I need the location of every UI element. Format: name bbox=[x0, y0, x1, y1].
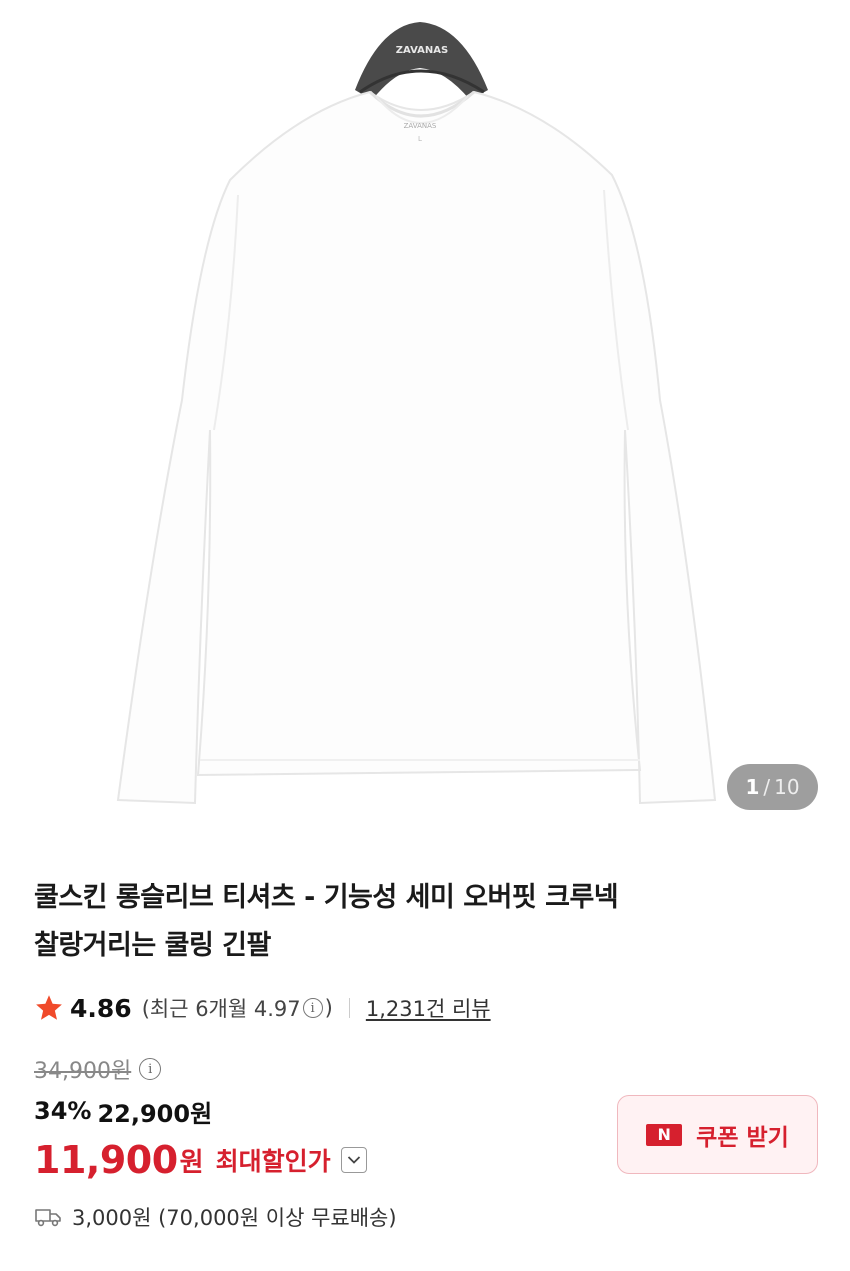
neck-label-text: ZAVANAS bbox=[404, 122, 437, 130]
recent-rating: (최근 6개월 4.97 i ) bbox=[142, 993, 333, 1023]
reviews-link[interactable]: 1,231건 리뷰 bbox=[366, 993, 491, 1023]
product-title-line2: 찰랑거리는 쿨링 긴팔 bbox=[34, 930, 271, 961]
product-title-line1: 쿨스킨 롱슬리브 티셔츠 - 기능성 세미 오버핏 크루넥 bbox=[34, 882, 619, 913]
rating-score: 4.86 bbox=[70, 993, 132, 1023]
max-discount-row: 11,900 원 최대할인가 bbox=[34, 1136, 367, 1184]
max-discount-won: 원 bbox=[179, 1147, 204, 1178]
shipping-text: 3,000원 (70,000원 이상 무료배송) bbox=[72, 1206, 397, 1230]
original-price-row: 34,900원 i bbox=[34, 1052, 163, 1086]
chevron-down-icon bbox=[347, 1156, 360, 1164]
image-counter: 1 / 10 bbox=[727, 764, 818, 810]
star-icon bbox=[36, 995, 62, 1020]
divider bbox=[348, 998, 350, 1018]
tshirt-shape bbox=[116, 90, 717, 805]
expand-discount-button[interactable] bbox=[340, 1147, 367, 1173]
truck-icon bbox=[35, 1209, 61, 1227]
coupon-badge-text: N bbox=[657, 1125, 671, 1144]
product-image: ZAVANAS ZAVANAS L bbox=[116, 22, 717, 805]
image-counter-total: 10 bbox=[774, 775, 800, 799]
hanger-shape bbox=[355, 22, 488, 100]
sale-price-row: 34% 22,900원 bbox=[34, 1094, 212, 1128]
image-counter-current: 1 bbox=[745, 775, 760, 799]
info-icon[interactable]: i bbox=[302, 998, 323, 1018]
max-discount-label: 최대할인가 bbox=[215, 1147, 331, 1176]
max-discount-price: 11,900 bbox=[34, 1138, 178, 1182]
price-info-icon[interactable]: i bbox=[139, 1058, 162, 1080]
recent-rating-text: (최근 6개월 4.97 bbox=[141, 997, 301, 1021]
recent-rating-close: ) bbox=[324, 996, 333, 1020]
original-price: 34,900원 bbox=[34, 1059, 132, 1084]
shipping-row: 3,000원 (70,000원 이상 무료배송) bbox=[34, 1200, 397, 1234]
size-label-text: L bbox=[418, 135, 422, 143]
product-title: 쿨스킨 롱슬리브 티셔츠 - 기능성 세미 오버핏 크루넥 찰랑거리는 쿨링 긴… bbox=[34, 874, 794, 970]
coupon-label: 쿠폰 받기 bbox=[696, 1124, 789, 1151]
discount-rate: 34% bbox=[34, 1097, 92, 1125]
hanger-brand-text: ZAVANAS bbox=[396, 45, 448, 56]
rating-row: 4.86 (최근 6개월 4.97 i ) 1,231건 리뷰 bbox=[34, 988, 491, 1028]
product-image-gallery[interactable]: ZAVANAS ZAVANAS L 1 / 10 bbox=[0, 0, 850, 840]
sale-price: 22,900원 bbox=[97, 1099, 213, 1128]
image-counter-separator: / bbox=[763, 775, 771, 799]
coupon-button[interactable]: N 쿠폰 받기 bbox=[617, 1095, 818, 1174]
naver-n-icon: N bbox=[646, 1123, 683, 1146]
